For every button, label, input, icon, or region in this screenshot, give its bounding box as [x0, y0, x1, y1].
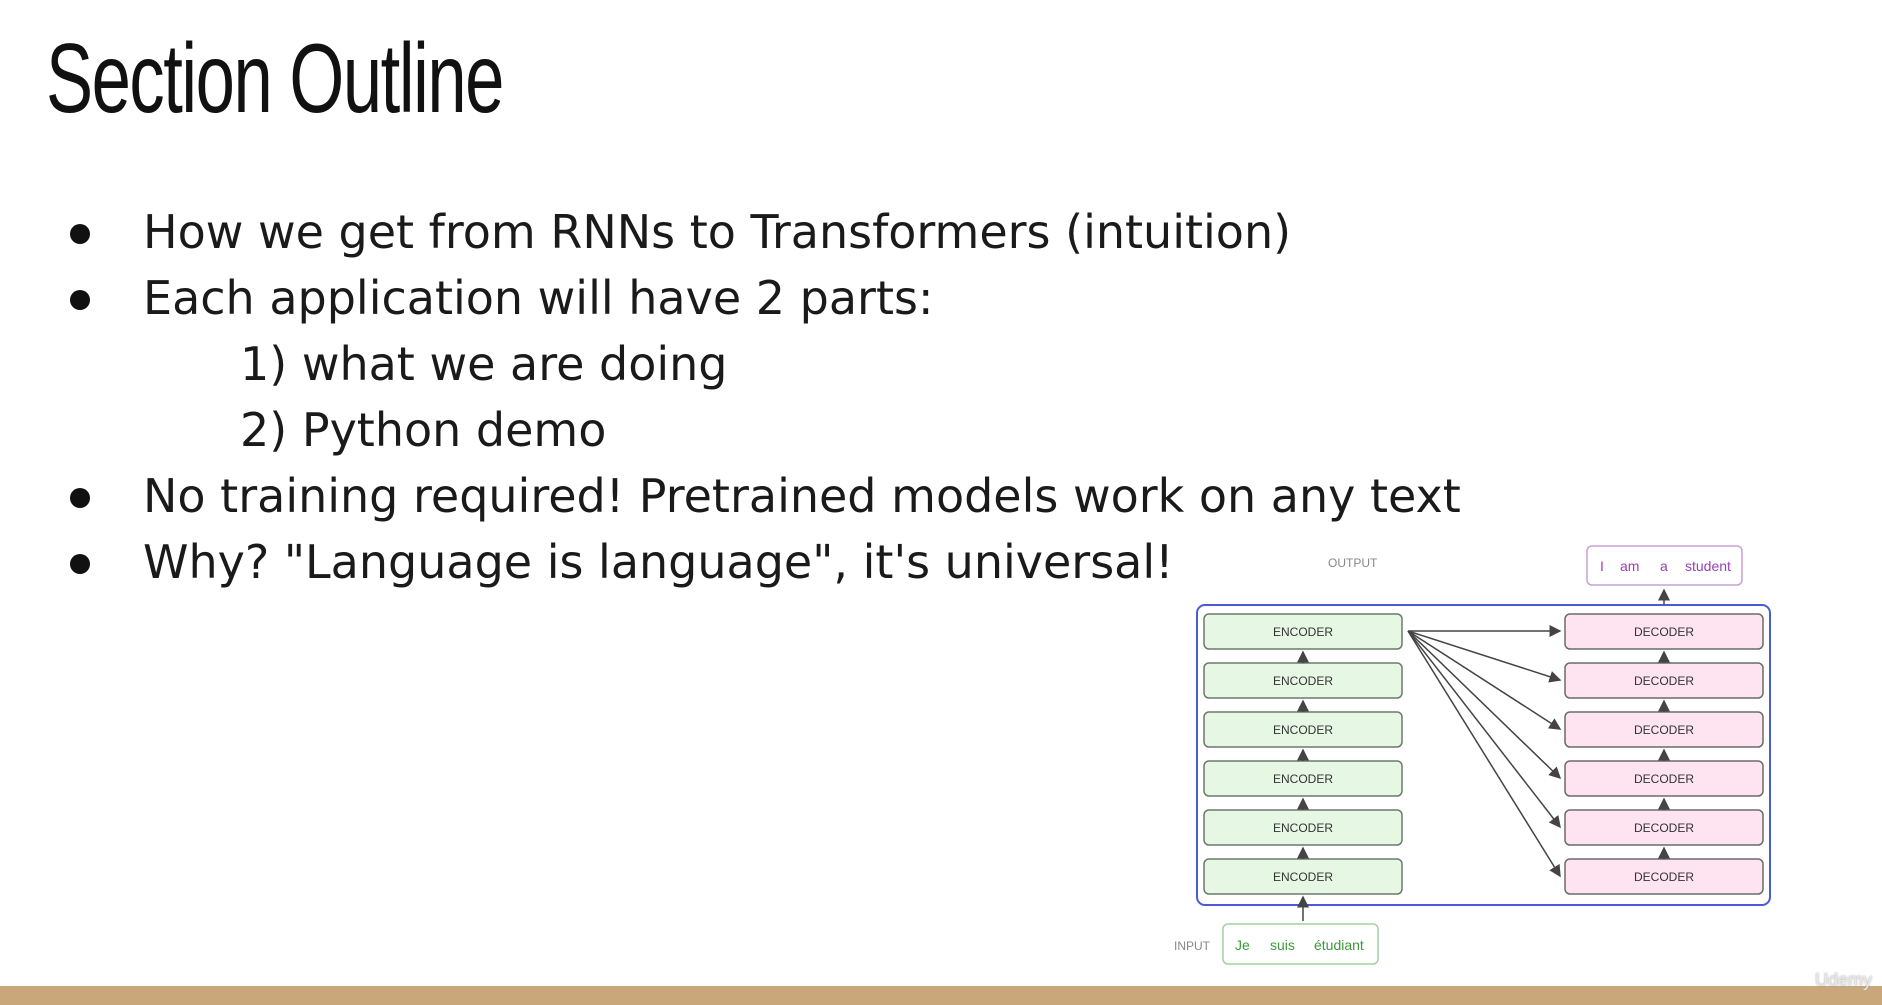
transformer-diagram: OUTPUT I am a student ENCODER ENCODER EN… — [1174, 545, 1771, 965]
cross-attention-arrow — [1407, 630, 1561, 878]
bullet-dot-icon — [70, 488, 90, 508]
encoder-label: ENCODER — [1273, 821, 1333, 835]
bullet-item: How we get from RNNs to Transformers (in… — [0, 202, 1500, 262]
output-token: student — [1685, 558, 1731, 574]
bullet-dot-icon — [70, 554, 90, 574]
sub-item-text: 1) what we are doing — [240, 337, 728, 391]
input-token: étudiant — [1314, 937, 1364, 953]
output-label: OUTPUT — [1328, 556, 1378, 570]
cross-attention-arrow — [1407, 630, 1562, 780]
sub-item-text: 2) Python demo — [240, 403, 607, 457]
udemy-watermark: Udemy — [1814, 970, 1872, 990]
encoder-label: ENCODER — [1273, 772, 1333, 786]
decoder-label: DECODER — [1634, 723, 1694, 737]
cross-attention-arrow — [1407, 630, 1562, 683]
decoder-label: DECODER — [1634, 870, 1694, 884]
decoder-label: DECODER — [1634, 821, 1694, 835]
bullet-text: Why? "Language is language", it's univer… — [143, 535, 1174, 589]
bullet-list: How we get from RNNs to Transformers (in… — [0, 0, 1500, 600]
bullet-dot-icon — [70, 290, 90, 310]
sub-item: 2) Python demo — [0, 400, 1500, 460]
sub-item: 1) what we are doing — [0, 334, 1500, 394]
input-token: suis — [1270, 937, 1295, 953]
decoder-label: DECODER — [1634, 625, 1694, 639]
bullet-item: No training required! Pretrained models … — [0, 466, 1500, 526]
footer-bar — [0, 986, 1882, 1005]
output-token: I — [1600, 558, 1604, 574]
decoder-label: DECODER — [1634, 772, 1694, 786]
decoder-label: DECODER — [1634, 674, 1694, 688]
output-token: am — [1620, 558, 1639, 574]
bullet-text: No training required! Pretrained models … — [143, 469, 1461, 523]
bullet-text: How we get from RNNs to Transformers (in… — [143, 205, 1292, 259]
cross-attention-arrow — [1407, 630, 1561, 829]
bullet-item: Each application will have 2 parts: — [0, 268, 1500, 328]
encoder-label: ENCODER — [1273, 625, 1333, 639]
encoder-label: ENCODER — [1273, 723, 1333, 737]
input-token: Je — [1235, 937, 1250, 953]
bullet-text: Each application will have 2 parts: — [143, 271, 934, 325]
bullet-dot-icon — [70, 224, 90, 244]
input-label: INPUT — [1174, 939, 1211, 953]
encoder-label: ENCODER — [1273, 674, 1333, 688]
cross-attention-arrow — [1407, 630, 1562, 730]
output-token: a — [1660, 558, 1668, 574]
encoder-label: ENCODER — [1273, 870, 1333, 884]
